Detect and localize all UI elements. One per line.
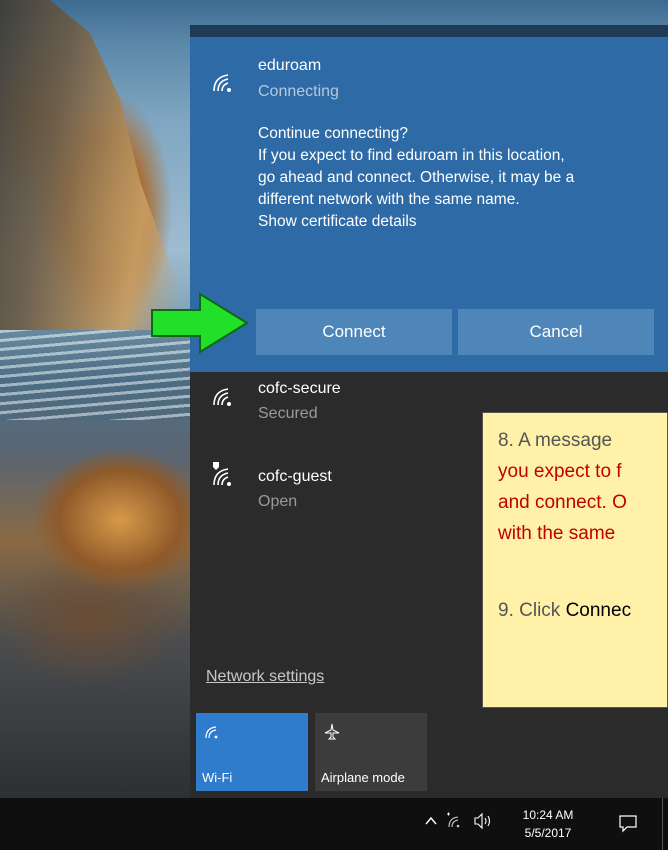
volume-icon[interactable]: [473, 812, 493, 830]
wifi-icon: [210, 383, 238, 411]
network-settings-link[interactable]: Network settings: [206, 668, 324, 686]
wifi-icon: [210, 69, 238, 97]
step-8-line-1: you expect to f: [498, 461, 622, 482]
network-status-connecting: Connecting: [258, 83, 339, 100]
action-center-icon[interactable]: [618, 813, 638, 833]
clock-date[interactable]: 5/5/2017: [518, 826, 578, 840]
clock-time[interactable]: 10:24 AM: [518, 808, 578, 822]
network-name-cofc-secure[interactable]: cofc-secure: [258, 380, 341, 398]
flyout-top-strip: [190, 25, 668, 37]
connect-button[interactable]: Connect: [256, 309, 452, 355]
wifi-icon: [204, 723, 222, 741]
step-9-prefix: 9. Click: [498, 600, 566, 621]
green-arrow-pointer: [150, 292, 250, 354]
airplane-icon: [323, 723, 341, 741]
prompt-line-4: different network with the same name.: [258, 191, 520, 208]
network-name-cofc-guest[interactable]: cofc-guest: [258, 468, 332, 486]
wifi-tile-label: Wi-Fi: [202, 770, 233, 785]
wifi-tile[interactable]: Wi-Fi: [196, 713, 308, 791]
cliff-image: [0, 0, 200, 330]
expanded-network-eduroam: eduroam Connecting Continue connecting? …: [190, 37, 668, 372]
network-tray-wifi-icon[interactable]: [446, 812, 464, 830]
prompt-line-3: go ahead and connect. Otherwise, it may …: [258, 169, 575, 186]
network-status-open: Open: [258, 493, 298, 510]
cancel-button[interactable]: Cancel: [458, 309, 654, 355]
step-8-line-2: and connect. O: [498, 492, 627, 513]
taskbar: 10:24 AM 5/5/2017: [0, 798, 668, 850]
show-certificate-details-link[interactable]: Show certificate details: [258, 211, 417, 233]
wifi-shield-icon: [210, 461, 238, 489]
prompt-line-2: If you expect to find eduroam in this lo…: [258, 147, 565, 164]
step-8-line-3: with the same: [498, 523, 616, 544]
step-9-bold: Connec: [565, 600, 632, 621]
show-desktop-divider[interactable]: [662, 798, 663, 850]
instruction-callout: 8. A message you expect to f and connect…: [482, 412, 668, 708]
network-name-eduroam[interactable]: eduroam: [258, 57, 321, 75]
airplane-mode-tile-label: Airplane mode: [321, 770, 405, 785]
step-8-prefix: 8. A message: [498, 430, 613, 451]
network-status-secured: Secured: [258, 405, 318, 422]
show-hidden-icons-chevron-up-icon[interactable]: [424, 814, 438, 828]
prompt-line-1: Continue connecting?: [258, 125, 408, 142]
airplane-mode-tile[interactable]: Airplane mode: [315, 713, 427, 791]
